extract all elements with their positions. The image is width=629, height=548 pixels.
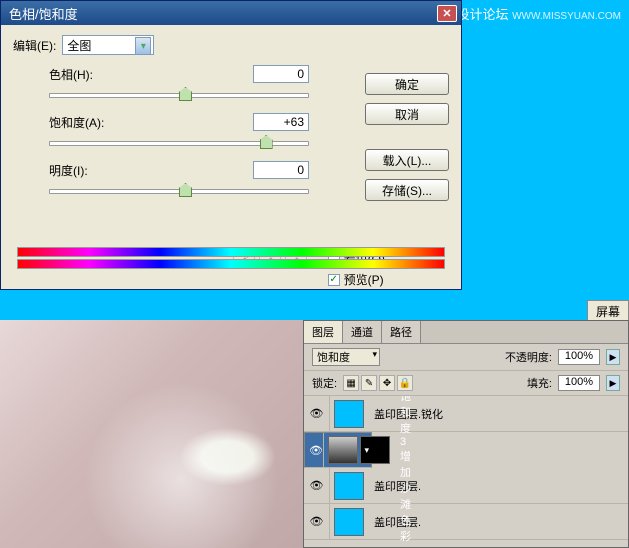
layer-row[interactable]: 👁盖印图层.锐化 xyxy=(304,396,628,432)
screen-tab[interactable]: 屏幕 xyxy=(587,300,629,322)
opacity-value[interactable]: 100% xyxy=(558,349,600,365)
opacity-arrow-icon[interactable]: ▶ xyxy=(606,349,620,365)
layer-row[interactable]: 👁色相/饱和度 3增加沙滩色彩 xyxy=(304,432,372,468)
visibility-eye-icon[interactable]: 👁 xyxy=(304,504,330,539)
fill-arrow-icon[interactable]: ▶ xyxy=(606,375,620,391)
light-label: 明度(I): xyxy=(49,162,88,179)
fill-value[interactable]: 100% xyxy=(558,375,600,391)
edit-label: 编辑(E): xyxy=(13,37,56,54)
dialog-title: 色相/饱和度 xyxy=(9,4,78,23)
cancel-button[interactable]: 取消 xyxy=(365,103,449,125)
preview-label: 预览(P) xyxy=(344,271,384,288)
hue-slider[interactable] xyxy=(49,85,309,103)
sat-label: 饱和度(A): xyxy=(49,114,104,131)
lock-move-icon[interactable]: ✥ xyxy=(379,375,395,391)
layer-name: 色相/饱和度 3增加沙滩色彩 xyxy=(394,396,414,544)
layer-thumb xyxy=(334,400,364,428)
titlebar[interactable]: 色相/饱和度 ✕ xyxy=(1,1,461,25)
lock-label: 锁定: xyxy=(312,375,337,391)
lock-transparent-icon[interactable]: ▦ xyxy=(343,375,359,391)
tab-layers[interactable]: 图层 xyxy=(304,321,343,343)
layer-thumb xyxy=(334,508,364,536)
hue-input[interactable] xyxy=(253,65,309,83)
preview-checkbox[interactable]: ✓ xyxy=(328,274,340,286)
sat-input[interactable] xyxy=(253,113,309,131)
visibility-eye-icon[interactable]: 👁 xyxy=(304,468,330,503)
light-input[interactable] xyxy=(253,161,309,179)
adjustment-thumb xyxy=(328,436,358,464)
hue-saturation-dialog: 色相/饱和度 ✕ 编辑(E): 全图 色相(H): 饱和度(A): 明度(I):… xyxy=(0,0,462,290)
blend-mode-select[interactable]: 饱和度 xyxy=(312,348,380,366)
edit-combo[interactable]: 全图 xyxy=(62,35,154,55)
close-button[interactable]: ✕ xyxy=(437,5,457,22)
layer-thumb xyxy=(334,472,364,500)
layer-row[interactable]: 👁盖印图层. xyxy=(304,504,628,540)
mask-thumb xyxy=(360,436,390,464)
ok-button[interactable]: 确定 xyxy=(365,73,449,95)
layers-panel: 图层 通道 路径 饱和度 不透明度: 100% ▶ 锁定: ▦ ✎ ✥ 🔒 填充… xyxy=(303,320,629,548)
opacity-label: 不透明度: xyxy=(505,349,552,365)
lock-paint-icon[interactable]: ✎ xyxy=(361,375,377,391)
hue-gradient-bar xyxy=(17,247,445,273)
tab-channels[interactable]: 通道 xyxy=(343,321,382,343)
sat-slider[interactable] xyxy=(49,133,309,151)
layer-row[interactable]: 👁盖印图层. xyxy=(304,468,628,504)
save-button[interactable]: 存储(S)... xyxy=(365,179,449,201)
tab-paths[interactable]: 路径 xyxy=(382,321,421,343)
lock-all-icon[interactable]: 🔒 xyxy=(397,375,413,391)
load-button[interactable]: 载入(L)... xyxy=(365,149,449,171)
hue-label: 色相(H): xyxy=(49,66,93,83)
visibility-eye-icon[interactable]: 👁 xyxy=(309,433,324,467)
photo-preview xyxy=(0,320,303,548)
light-slider[interactable] xyxy=(49,181,309,199)
visibility-eye-icon[interactable]: 👁 xyxy=(304,396,330,431)
fill-label: 填充: xyxy=(527,375,552,391)
